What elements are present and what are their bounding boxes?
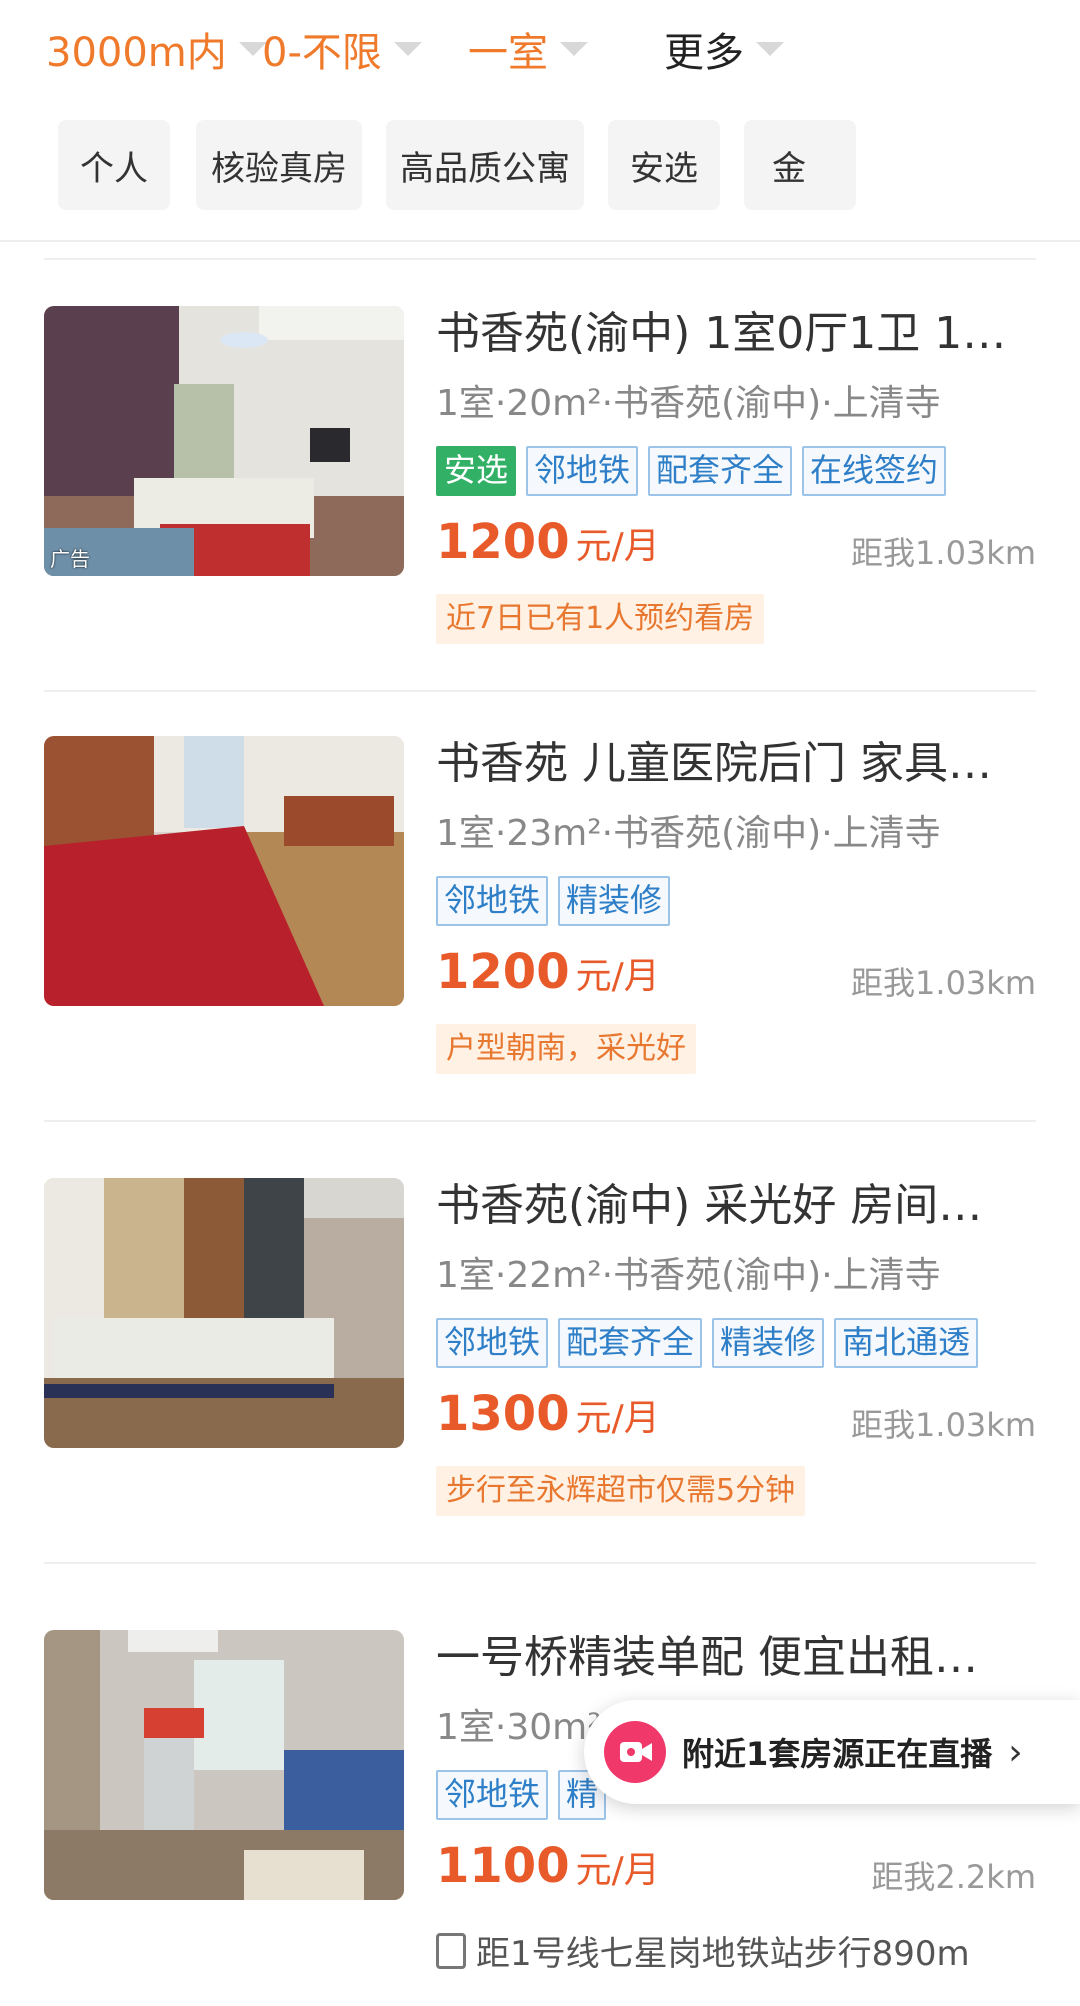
filter-layout-label: 一室 bbox=[468, 30, 548, 76]
listing-distance: 距我1.03km bbox=[851, 1406, 1036, 1444]
metro-text: 距1号线七星岗地铁站步行890m bbox=[476, 1934, 970, 1974]
quick-filter-chips: 个人 核验真房 高品质公寓 安选 金 bbox=[0, 120, 1020, 216]
header-divider bbox=[0, 240, 1080, 242]
listing-highlight: 户型朝南，采光好 bbox=[436, 1024, 696, 1074]
tag-badge: 配套齐全 bbox=[558, 1318, 703, 1368]
tag-badge: 南北通透 bbox=[834, 1318, 979, 1368]
chip-verified[interactable]: 核验真房 bbox=[196, 120, 362, 210]
chip-apartment[interactable]: 高品质公寓 bbox=[386, 120, 584, 210]
listing-price: 1200 元/月 bbox=[436, 944, 660, 1000]
tag-badge: 精装修 bbox=[712, 1318, 825, 1368]
chevron-down-icon bbox=[756, 42, 784, 56]
tag-badge: 邻地铁 bbox=[436, 1318, 549, 1368]
listing-highlight: 步行至永辉超市仅需5分钟 bbox=[436, 1466, 806, 1516]
listing-title[interactable]: 一号桥精装单配 便宜出租… bbox=[436, 1630, 1036, 1686]
filter-bar: 3000m内 0-不限 一室 更多 bbox=[0, 0, 1080, 96]
chevron-down-icon bbox=[560, 42, 588, 56]
chevron-right-icon: › bbox=[1008, 1731, 1023, 1773]
listing-meta: 1室·20m²·书香苑(渝中)·上清寺 bbox=[436, 383, 941, 424]
tag-badge: 安选 bbox=[436, 446, 517, 496]
listing-distance: 距我2.2km bbox=[871, 1858, 1036, 1896]
chip-gold[interactable]: 金 bbox=[744, 120, 856, 210]
filter-distance-label: 3000m内 bbox=[46, 30, 227, 76]
live-camera-icon bbox=[604, 1721, 666, 1783]
listing-distance: 距我1.03km bbox=[851, 964, 1036, 1002]
listing-photo bbox=[44, 736, 404, 1006]
chip-personal[interactable]: 个人 bbox=[58, 120, 170, 210]
price-value: 1300 bbox=[436, 1386, 570, 1442]
listing-tags: 邻地铁 精 bbox=[436, 1770, 607, 1820]
live-stream-banner[interactable]: 附近1套房源正在直播 › bbox=[584, 1700, 1080, 1804]
listing-title[interactable]: 书香苑(渝中) 1室0厅1卫 1… bbox=[436, 306, 1036, 362]
price-value: 1100 bbox=[436, 1838, 570, 1894]
listing-photo bbox=[44, 1178, 404, 1448]
listing-card[interactable]: 书香苑 儿童医院后门 家具… 1室·23m²·书香苑(渝中)·上清寺 邻地铁 精… bbox=[0, 736, 1080, 1176]
chip-anxuan[interactable]: 安选 bbox=[608, 120, 720, 210]
listing-distance: 距我1.03km bbox=[851, 534, 1036, 572]
listing-card[interactable]: 广告 书香苑(渝中) 1室0厅1卫 1… 1室·20m²·书香苑(渝中)·上清寺… bbox=[0, 306, 1080, 746]
listing-tags: 安选 邻地铁 配套齐全 在线签约 bbox=[436, 446, 947, 496]
filter-more[interactable]: 更多 bbox=[664, 20, 784, 78]
tag-badge: 邻地铁 bbox=[436, 1770, 549, 1820]
list-divider bbox=[44, 258, 1036, 260]
filter-price-label: 0-不限 bbox=[262, 30, 382, 76]
list-divider bbox=[44, 1120, 1036, 1122]
metro-icon bbox=[436, 1932, 466, 1969]
price-unit: 元/月 bbox=[575, 956, 660, 997]
price-unit: 元/月 bbox=[575, 526, 660, 567]
listing-title[interactable]: 书香苑 儿童医院后门 家具… bbox=[436, 736, 1036, 792]
price-unit: 元/月 bbox=[575, 1850, 660, 1891]
listing-tags: 邻地铁 配套齐全 精装修 南北通透 bbox=[436, 1318, 979, 1368]
price-unit: 元/月 bbox=[575, 1398, 660, 1439]
price-value: 1200 bbox=[436, 944, 570, 1000]
listing-meta: 1室·23m²·书香苑(渝中)·上清寺 bbox=[436, 813, 941, 854]
price-value: 1200 bbox=[436, 514, 570, 570]
filter-price[interactable]: 0-不限 bbox=[262, 20, 422, 78]
filter-more-label: 更多 bbox=[664, 30, 744, 76]
tag-badge: 配套齐全 bbox=[648, 446, 793, 496]
listing-price: 1100 元/月 bbox=[436, 1838, 660, 1894]
listing-tags: 邻地铁 精装修 bbox=[436, 876, 671, 926]
listing-card[interactable]: 书香苑(渝中) 采光好 房间… 1室·22m²·书香苑(渝中)·上清寺 邻地铁 … bbox=[0, 1178, 1080, 1618]
list-divider bbox=[44, 690, 1036, 692]
tag-badge: 精装修 bbox=[558, 876, 671, 926]
tag-badge: 邻地铁 bbox=[436, 876, 549, 926]
listing-photo: 广告 bbox=[44, 306, 404, 576]
listing-metro-info: 距1号线七星岗地铁站步行890m bbox=[436, 1926, 970, 1975]
filter-distance[interactable]: 3000m内 bbox=[46, 20, 267, 78]
listing-title[interactable]: 书香苑(渝中) 采光好 房间… bbox=[436, 1178, 1036, 1234]
chevron-down-icon bbox=[393, 42, 422, 56]
live-banner-text: 附近1套房源正在直播 bbox=[682, 1735, 993, 1773]
listing-photo bbox=[44, 1630, 404, 1900]
filter-layout[interactable]: 一室 bbox=[468, 20, 588, 78]
tag-badge: 邻地铁 bbox=[526, 446, 639, 496]
tag-badge: 在线签约 bbox=[802, 446, 947, 496]
ad-label: 广告 bbox=[50, 547, 90, 571]
listing-card[interactable]: 一号桥精装单配 便宜出租… 1室·30m²·聚丰锦绣盛世·一号桥 邻地铁 精 1… bbox=[0, 1630, 1080, 2006]
listing-price: 1200 元/月 bbox=[436, 514, 660, 570]
listing-highlight: 近7日已有1人预约看房 bbox=[436, 594, 765, 644]
listing-meta: 1室·22m²·书香苑(渝中)·上清寺 bbox=[436, 1255, 941, 1296]
listing-price: 1300 元/月 bbox=[436, 1386, 660, 1442]
list-divider bbox=[44, 1562, 1036, 1564]
